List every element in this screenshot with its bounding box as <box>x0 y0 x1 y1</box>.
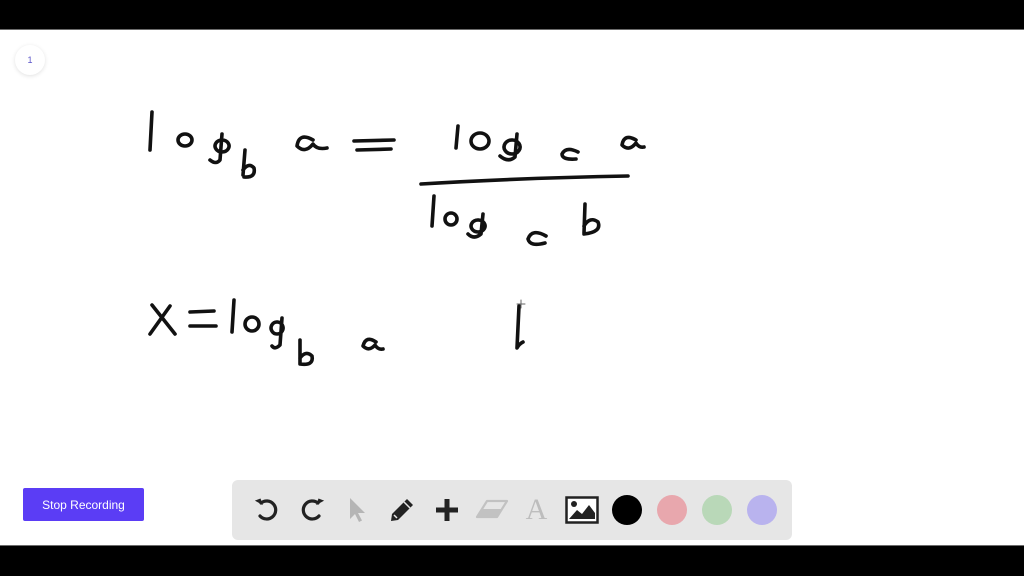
color-red[interactable] <box>649 488 694 533</box>
redo-button[interactable] <box>289 488 334 533</box>
page-number: 1 <box>27 55 33 65</box>
pencil-icon <box>390 499 413 521</box>
undo-button[interactable] <box>244 488 289 533</box>
text-tool-button[interactable]: A <box>514 488 559 533</box>
plus-icon <box>435 499 458 521</box>
cursor-icon <box>349 498 365 522</box>
eraser-icon <box>475 499 508 519</box>
pen-tool-button[interactable] <box>379 488 424 533</box>
image-icon <box>564 496 599 524</box>
select-tool-button[interactable] <box>334 488 379 533</box>
color-green[interactable] <box>694 488 739 533</box>
eraser-tool-button[interactable] <box>469 488 514 533</box>
whiteboard-canvas[interactable] <box>0 29 1024 546</box>
color-black[interactable] <box>604 488 649 533</box>
image-tool-button[interactable] <box>559 488 604 533</box>
page-number-badge[interactable]: 1 <box>15 45 45 75</box>
redo-icon <box>301 498 324 521</box>
color-swatch-purple <box>746 495 777 525</box>
color-swatch-black <box>611 495 642 525</box>
color-swatch-red <box>656 495 687 525</box>
add-button[interactable] <box>424 488 469 533</box>
stop-recording-button[interactable]: Stop Recording <box>23 488 144 521</box>
text-icon: A <box>525 493 548 526</box>
color-purple[interactable] <box>739 488 784 533</box>
color-swatch-green <box>701 495 732 525</box>
drawing-toolbar: A <box>232 480 792 540</box>
undo-icon <box>254 498 277 521</box>
